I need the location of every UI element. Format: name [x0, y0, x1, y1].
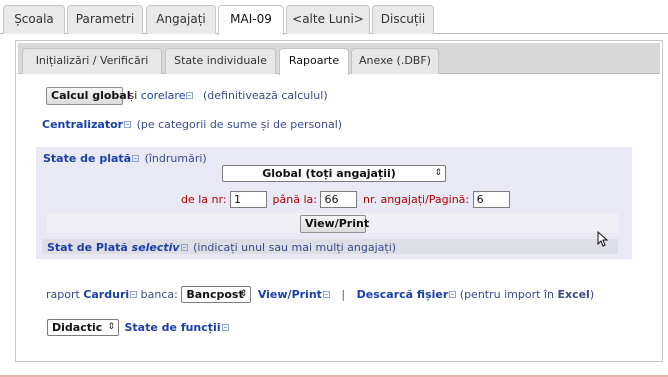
and-text: și	[128, 89, 138, 102]
stat-selectiv-label: Stat de Plată	[47, 241, 128, 254]
tab-angajati[interactable]: Angajați	[146, 5, 216, 34]
tab-parametri[interactable]: Parametri	[67, 5, 143, 34]
bank-select-value: Bancpost	[186, 288, 244, 301]
descarca-fisier-link[interactable]: Descarcă fișier	[357, 288, 449, 301]
corelare-link[interactable]: corelare	[141, 89, 186, 102]
tab-scoala[interactable]: Școala	[3, 5, 65, 34]
functii-select-value: Didactic	[52, 321, 103, 334]
download-note-app: Excel	[557, 288, 590, 301]
view-print-button[interactable]: View/Print	[300, 215, 369, 233]
carduri-view-print-link[interactable]: View/Print	[258, 288, 322, 301]
download-note: (pentru import în Excel)	[460, 288, 594, 301]
state-functii-link[interactable]: State de funcții	[125, 321, 221, 334]
per-page-input[interactable]: 6	[472, 191, 510, 208]
sub-tab-bar: Inițializări / Verificări State individu…	[18, 43, 660, 75]
carduri-link[interactable]: Carduri	[83, 288, 129, 301]
per-page-label: nr. angajați/Pagină:	[362, 193, 470, 206]
external-link-icon	[180, 244, 188, 251]
external-link-icon	[322, 291, 330, 298]
state-plata-link[interactable]: State de plată	[43, 152, 131, 165]
selectiv-row: Stat de Plată selectiv (indicați unul sa…	[47, 241, 396, 254]
bank-select[interactable]: Bancpost ⇕	[181, 286, 252, 303]
external-link-icon	[186, 92, 194, 99]
select-arrows-icon: ⇕	[107, 322, 115, 332]
subtab-anexe[interactable]: Anexe (.DBF)	[351, 48, 439, 74]
external-link-icon	[130, 291, 138, 298]
angajati-scope-select[interactable]: Global (toți angajații) ⇕	[222, 165, 446, 182]
view-print-row: View/Print	[300, 215, 369, 233]
top-tab-bar: Școala Parametri Angajați MAI-09 <alte L…	[0, 0, 668, 35]
calcul-row: Calcul global și corelare (definitivează…	[46, 87, 328, 105]
functii-row: Didactic ⇕ State de funcții	[47, 319, 229, 336]
centralizator-note: (pe categorii de sume și de personal)	[136, 118, 343, 131]
calcul-note: (definitivează calculul)	[202, 89, 328, 102]
state-plata-note: (îndrumări)	[144, 152, 207, 165]
functii-select[interactable]: Didactic ⇕	[47, 319, 119, 336]
selectiv-note: (indicați unul sau mai mulți angajați)	[193, 241, 397, 254]
subtab-initializari[interactable]: Inițializări / Verificări	[22, 48, 162, 74]
centralizator-link[interactable]: Centralizator	[42, 118, 123, 131]
subtab-rapoarte[interactable]: Rapoarte	[279, 48, 349, 75]
angajati-select-row: Global (toți angajații) ⇕	[222, 165, 446, 182]
subtab-state-individuale[interactable]: State individuale	[165, 48, 276, 74]
to-input[interactable]: 66	[320, 191, 358, 208]
from-label: de la nr:	[181, 193, 227, 206]
download-note-suffix: )	[589, 288, 595, 301]
carduri-row: raport Carduri banca: Bancpost ⇕ View/Pr…	[46, 286, 594, 303]
select-arrows-icon: ⇕	[239, 289, 248, 299]
mouse-pointer-icon	[597, 231, 609, 247]
from-input[interactable]: 1	[230, 191, 268, 208]
raport-prefix: raport	[46, 288, 80, 301]
external-link-icon	[449, 291, 457, 298]
range-row: de la nr: 1 până la: 66 nr. angajați/Pag…	[181, 191, 510, 208]
external-link-icon	[221, 324, 229, 331]
stat-selectiv-word: selectiv	[131, 241, 180, 254]
calcul-global-button[interactable]: Calcul global	[46, 87, 131, 105]
separator: |	[341, 288, 346, 301]
stat-selectiv-link[interactable]: Stat de Plată selectiv	[47, 241, 180, 254]
state-plata-header: State de plată (îndrumări)	[43, 152, 207, 165]
tab-alte-luni[interactable]: <alte Luni>	[286, 5, 370, 34]
external-link-icon	[124, 121, 132, 128]
to-label: până la:	[272, 193, 317, 206]
external-link-icon	[132, 155, 140, 162]
angajati-scope-value: Global (toți angajații)	[262, 167, 396, 180]
tab-mai-09[interactable]: MAI-09	[218, 5, 284, 35]
tab-discutii[interactable]: Discuții	[372, 5, 434, 34]
centralizator-row: Centralizator (pe categorii de sume și d…	[42, 118, 342, 131]
download-note-prefix: (pentru import în	[459, 288, 554, 301]
select-arrows-icon: ⇕	[434, 168, 442, 178]
bank-label: banca:	[140, 288, 178, 301]
